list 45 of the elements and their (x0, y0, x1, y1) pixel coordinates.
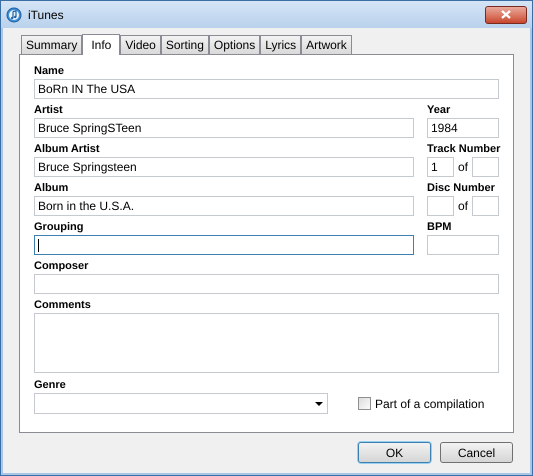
field-label: Genre (34, 379, 67, 392)
tab[interactable]: Artwork (301, 35, 352, 54)
checkbox-label: Part of a compilation (375, 396, 484, 412)
total-field[interactable] (472, 157, 499, 177)
field-label: Disc Number (427, 182, 496, 195)
comments-field[interactable] (34, 313, 499, 373)
field-label: Year (427, 104, 452, 117)
total-field[interactable] (472, 196, 499, 216)
tab[interactable]: Options (208, 35, 260, 54)
music-note-icon (6, 6, 22, 22)
number-field[interactable] (427, 196, 454, 216)
window-title: iTunes (28, 6, 65, 24)
field-label: Grouping (34, 221, 84, 234)
text-field[interactable]: BoRn IN The USA (34, 79, 499, 99)
field-label: Name (34, 65, 65, 78)
field-label: Album Artist (34, 143, 101, 156)
checkbox[interactable] (358, 397, 371, 410)
tab[interactable]: Video (120, 35, 161, 54)
field-label: Album (34, 182, 70, 195)
text-field[interactable]: Bruce Springsteen (34, 157, 414, 177)
field-label: Composer (34, 260, 90, 273)
text-field[interactable]: Bruce SpringSTeen (34, 118, 414, 138)
text-field[interactable]: 1984 (427, 118, 499, 138)
dialog-button[interactable]: OK (358, 442, 431, 463)
of-label: of (458, 198, 468, 215)
dialog-button[interactable]: Cancel (440, 442, 513, 463)
text-field[interactable] (34, 274, 499, 294)
text-field[interactable]: Born in the U.S.A. (34, 196, 414, 216)
genre-dropdown[interactable] (34, 393, 328, 414)
text-field[interactable] (34, 235, 414, 255)
tab[interactable]: Summary (21, 35, 82, 54)
of-label: of (458, 159, 468, 176)
field-label: Track Number (427, 143, 499, 156)
tab[interactable]: Lyrics (260, 35, 302, 54)
number-field[interactable]: 1 (427, 157, 454, 177)
text-cursor (38, 238, 39, 252)
field-label: BPM (427, 221, 452, 234)
close-button[interactable] (485, 6, 527, 24)
field-label: Artist (34, 104, 64, 117)
dropdown-arrow-icon (315, 402, 323, 406)
close-icon (501, 10, 511, 19)
tab[interactable]: Sorting (160, 35, 209, 54)
text-field[interactable] (427, 235, 499, 255)
field-label: Comments (34, 299, 92, 312)
tab[interactable]: Info (82, 34, 120, 55)
